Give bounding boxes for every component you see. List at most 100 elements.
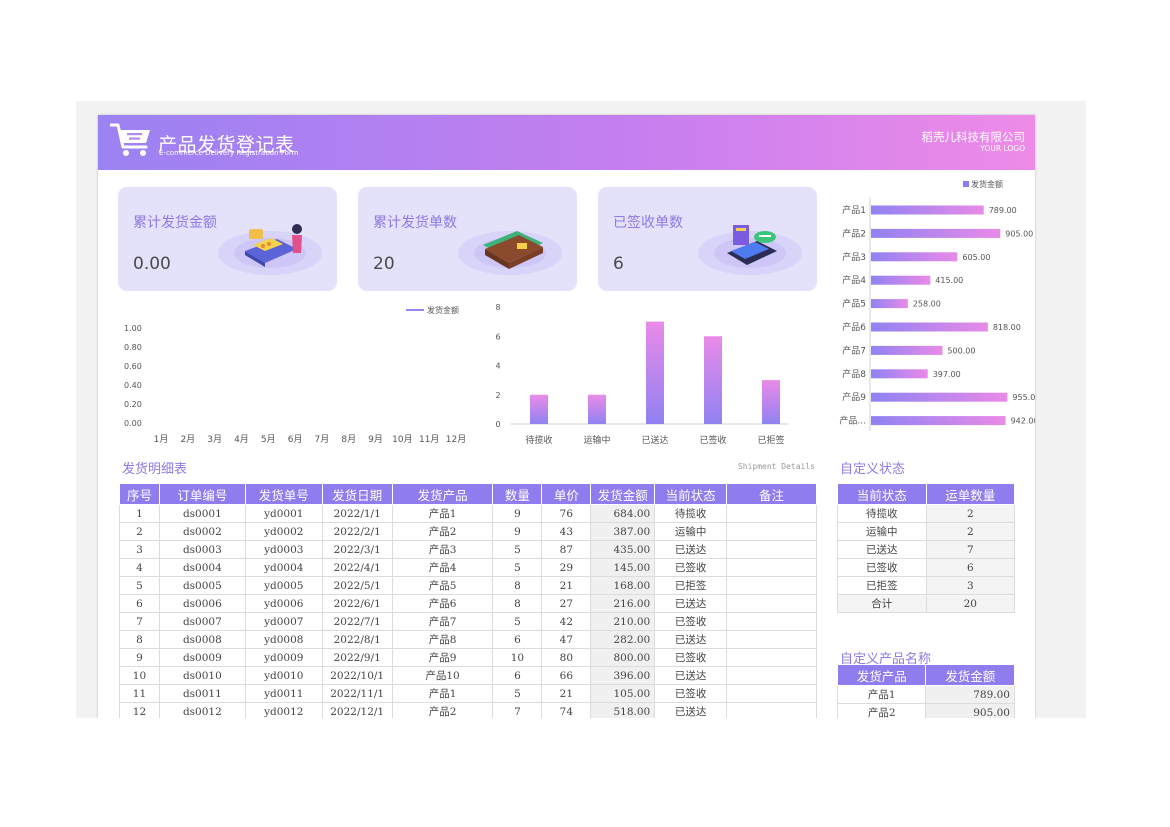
table-row[interactable]: 7 ds0007 yd0007 2022/7/1 产品7 5 42 210.00 已签收 bbox=[119, 612, 817, 631]
table-cell[interactable]: 2022/7/1 bbox=[321, 612, 393, 631]
table-cell[interactable]: 105.00 bbox=[590, 684, 656, 703]
table-cell[interactable] bbox=[726, 522, 817, 541]
table-row[interactable]: 6 ds0006 yd0006 2022/6/1 产品6 8 27 216.00 已送达 bbox=[119, 594, 817, 613]
table-cell[interactable]: 2 bbox=[925, 504, 1016, 523]
table-cell[interactable]: 12 bbox=[119, 702, 160, 718]
table-cell[interactable]: 47 bbox=[541, 630, 592, 649]
table-cell[interactable]: yd0003 bbox=[244, 540, 323, 559]
column-header[interactable]: 发货产品 bbox=[836, 664, 927, 686]
table-cell[interactable]: 产品4 bbox=[391, 558, 494, 577]
table-cell[interactable]: ds0002 bbox=[158, 522, 246, 541]
table-cell[interactable]: 7 bbox=[925, 540, 1016, 559]
table-cell[interactable]: 20 bbox=[925, 594, 1016, 613]
table-cell[interactable]: 已送达 bbox=[654, 594, 728, 613]
table-cell[interactable]: 43 bbox=[541, 522, 592, 541]
table-cell[interactable]: 已送达 bbox=[837, 540, 927, 559]
table-cell[interactable] bbox=[726, 612, 817, 631]
table-cell[interactable]: 800.00 bbox=[590, 648, 656, 667]
table-cell[interactable] bbox=[726, 504, 817, 523]
table-cell[interactable]: yd0007 bbox=[244, 612, 323, 631]
table-cell[interactable]: yd0010 bbox=[244, 666, 323, 685]
table-cell[interactable]: 已签收 bbox=[837, 558, 927, 577]
column-header[interactable]: 发货产品 bbox=[391, 483, 494, 505]
table-cell[interactable]: yd0011 bbox=[244, 684, 323, 703]
table-cell[interactable]: 产品6 bbox=[391, 594, 494, 613]
table-cell[interactable]: 80 bbox=[541, 648, 592, 667]
table-cell[interactable]: yd0006 bbox=[244, 594, 323, 613]
table-cell[interactable]: 已拒签 bbox=[837, 576, 927, 595]
table-cell[interactable]: 产品1 bbox=[391, 504, 494, 523]
table-cell[interactable]: 4 bbox=[119, 558, 160, 577]
table-cell[interactable] bbox=[726, 576, 817, 595]
table-cell[interactable] bbox=[726, 648, 817, 667]
table-cell[interactable]: 76 bbox=[541, 504, 592, 523]
table-row[interactable]: 已签收 6 bbox=[837, 558, 1016, 577]
table-row[interactable]: 10 ds0010 yd0010 2022/10/1 产品10 6 66 396.00 已送达 bbox=[119, 666, 817, 685]
table-cell[interactable]: 435.00 bbox=[590, 540, 656, 559]
table-cell[interactable]: 6 bbox=[925, 558, 1016, 577]
table-cell[interactable]: 2022/8/1 bbox=[321, 630, 393, 649]
table-cell[interactable]: 已签收 bbox=[654, 648, 728, 667]
table-cell[interactable]: 684.00 bbox=[590, 504, 656, 523]
table-cell[interactable]: 已拒签 bbox=[654, 576, 728, 595]
table-cell[interactable]: 1 bbox=[119, 504, 160, 523]
table-cell[interactable]: 145.00 bbox=[590, 558, 656, 577]
table-cell[interactable]: 产品3 bbox=[391, 540, 494, 559]
table-cell[interactable]: 27 bbox=[541, 594, 592, 613]
table-cell[interactable]: 产品1 bbox=[391, 684, 494, 703]
column-header[interactable]: 序号 bbox=[119, 483, 160, 505]
table-cell[interactable]: 产品2 bbox=[391, 702, 494, 718]
table-row[interactable]: 5 ds0005 yd0005 2022/5/1 产品5 8 21 168.00 已拒签 bbox=[119, 576, 817, 595]
table-cell[interactable]: 运输中 bbox=[654, 522, 728, 541]
table-row[interactable]: 2 ds0002 yd0002 2022/2/1 产品2 9 43 387.00 运输中 bbox=[119, 522, 817, 541]
table-cell[interactable]: 合计 bbox=[837, 594, 927, 613]
table-cell[interactable]: 5 bbox=[492, 540, 543, 559]
table-row[interactable]: 11 ds0011 yd0011 2022/11/1 产品1 5 21 105.00 已签收 bbox=[119, 684, 817, 703]
column-header[interactable]: 数量 bbox=[492, 483, 543, 505]
table-cell[interactable]: 168.00 bbox=[590, 576, 656, 595]
table-cell[interactable]: 42 bbox=[541, 612, 592, 631]
table-cell[interactable]: 8 bbox=[119, 630, 160, 649]
table-cell[interactable]: 3 bbox=[925, 576, 1016, 595]
table-cell[interactable]: ds0012 bbox=[158, 702, 246, 718]
table-cell[interactable]: 2022/1/1 bbox=[321, 504, 393, 523]
table-cell[interactable]: 2022/4/1 bbox=[321, 558, 393, 577]
column-header[interactable]: 发货日期 bbox=[321, 483, 393, 505]
table-row[interactable]: 1 ds0001 yd0001 2022/1/1 产品1 9 76 684.00 待揽收 bbox=[119, 504, 817, 523]
table-row[interactable]: 已拒签 3 bbox=[837, 576, 1016, 595]
column-header[interactable]: 运单数量 bbox=[925, 483, 1016, 505]
table-cell[interactable]: 2022/11/1 bbox=[321, 684, 393, 703]
table-cell[interactable]: 5 bbox=[119, 576, 160, 595]
table-cell[interactable] bbox=[726, 666, 817, 685]
table-cell[interactable]: 2022/3/1 bbox=[321, 540, 393, 559]
column-header[interactable]: 当前状态 bbox=[654, 483, 728, 505]
column-header[interactable]: 发货单号 bbox=[244, 483, 323, 505]
table-cell[interactable]: 已送达 bbox=[654, 702, 728, 718]
table-cell[interactable]: 74 bbox=[541, 702, 592, 718]
table-cell[interactable]: 产品10 bbox=[391, 666, 494, 685]
table-cell[interactable]: 运输中 bbox=[837, 522, 927, 541]
table-cell[interactable]: 已送达 bbox=[654, 666, 728, 685]
table-cell[interactable] bbox=[726, 702, 817, 718]
table-cell[interactable]: 产品2 bbox=[836, 703, 927, 718]
table-cell[interactable]: 已签收 bbox=[654, 684, 728, 703]
column-header[interactable]: 发货金额 bbox=[925, 664, 1015, 686]
table-cell[interactable]: 282.00 bbox=[590, 630, 656, 649]
table-cell[interactable]: 789.00 bbox=[925, 685, 1015, 704]
table-cell[interactable]: 已签收 bbox=[654, 612, 728, 631]
table-row[interactable]: 产品2 905.00 bbox=[836, 703, 1015, 718]
table-row[interactable]: 运输中 2 bbox=[837, 522, 1016, 541]
table-cell[interactable]: ds0004 bbox=[158, 558, 246, 577]
table-cell[interactable]: 66 bbox=[541, 666, 592, 685]
table-cell[interactable]: 10 bbox=[119, 666, 160, 685]
table-row[interactable]: 9 ds0009 yd0009 2022/9/1 产品9 10 80 800.00 已签收 bbox=[119, 648, 817, 667]
table-cell[interactable]: 396.00 bbox=[590, 666, 656, 685]
table-row[interactable]: 3 ds0003 yd0003 2022/3/1 产品3 5 87 435.00 已送达 bbox=[119, 540, 817, 559]
table-cell[interactable]: ds0001 bbox=[158, 504, 246, 523]
table-cell[interactable]: yd0004 bbox=[244, 558, 323, 577]
table-cell[interactable]: ds0005 bbox=[158, 576, 246, 595]
table-cell[interactable]: 已送达 bbox=[654, 630, 728, 649]
table-cell[interactable]: 2022/10/1 bbox=[321, 666, 393, 685]
table-cell[interactable] bbox=[726, 630, 817, 649]
table-cell[interactable]: ds0011 bbox=[158, 684, 246, 703]
